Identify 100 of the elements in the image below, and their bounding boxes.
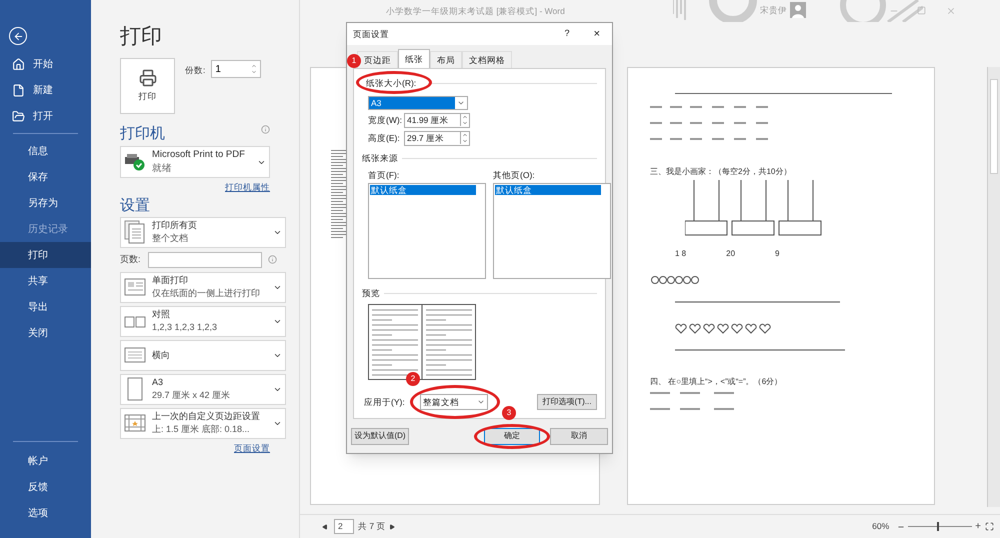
number-label: 9 (775, 248, 780, 260)
printer-name: Microsoft Print to PDF (152, 148, 246, 162)
dialog-title: 页面设置 (353, 28, 390, 40)
nav-item[interactable]: 共享 (0, 268, 91, 294)
tray-list[interactable]: 默认纸盒 (368, 183, 486, 280)
printer-icon (138, 69, 156, 88)
printer-status: 就绪 (152, 162, 173, 176)
list-item[interactable]: 默认纸盒 (495, 185, 601, 196)
back-arrow-icon (12, 30, 24, 42)
step-number-badge: 2 (406, 372, 420, 386)
step-number-badge: 1 (347, 54, 361, 68)
folder-icon (12, 110, 25, 122)
printer-dropdown[interactable]: Microsoft Print to PDF 就绪 (120, 146, 270, 178)
section-label: 预览 (362, 287, 380, 300)
printer-properties-link[interactable]: 打印机属性 (225, 181, 270, 194)
section-heading: 三、我是小画家：（每空2分，共10分） (650, 166, 792, 178)
dropdown-caret-icon[interactable] (477, 398, 485, 406)
file-icon (12, 84, 25, 96)
printer-ready-icon (124, 153, 146, 171)
copies-spinbox[interactable]: 1 (211, 60, 262, 78)
paper-size-label: 纸张大小(R): (366, 78, 416, 88)
back-button[interactable] (9, 27, 27, 45)
close-icon[interactable] (946, 6, 956, 16)
setting-subtitle: 29.7 厘米 x 42 厘米 (152, 389, 232, 402)
setting-dropdown[interactable]: A3 29.7 厘米 x 42 厘米 (120, 374, 286, 405)
setting-title: 打印所有页 (152, 219, 198, 232)
spin-up-icon[interactable] (462, 114, 468, 120)
nav-item[interactable]: 选项 (0, 500, 91, 526)
nav-item[interactable]: 保存 (0, 164, 91, 190)
paper-size-select[interactable]: A3 (368, 96, 468, 110)
setting-title: 对照 (152, 308, 171, 322)
user-name: 宋贵伊 (760, 4, 787, 17)
section-heading: 打印机 (120, 124, 165, 144)
page-number-field[interactable]: 2 (334, 519, 354, 534)
setting-title: A3 (152, 376, 164, 390)
nav-item[interactable]: 开始 (0, 51, 91, 77)
ok-button[interactable]: 确定 (484, 428, 540, 444)
maximize-icon[interactable] (917, 6, 926, 15)
print-options-button[interactable]: 打印选项(T)... (537, 394, 597, 410)
nav-item[interactable]: 关闭 (0, 320, 91, 346)
zoom-slider-thumb[interactable] (936, 522, 939, 531)
zoom-slider[interactable] (908, 522, 972, 531)
setting-dropdown[interactable]: 上一次的自定义页边距设置 上: 1.5 厘米 底部: 0.18... (120, 408, 286, 439)
nav-item[interactable]: 信息 (0, 138, 91, 164)
dimension-spinbox[interactable]: 41.99 厘米 (404, 112, 470, 128)
list-label: 其他页(O): (493, 168, 536, 182)
zoom-in-button[interactable]: + (975, 522, 981, 532)
setting-subtitle: 整个文档 (152, 232, 189, 246)
close-button[interactable]: × (594, 26, 600, 42)
info-icon (268, 255, 277, 264)
setting-subtitle: 1,2,3 1,2,3 1,2,3 (152, 321, 218, 334)
page-setup-link[interactable]: 页面设置 (234, 442, 270, 454)
spin-down-icon[interactable] (251, 69, 258, 75)
nav-item[interactable]: 反馈 (0, 474, 91, 500)
spin-up-icon[interactable] (462, 132, 468, 138)
nav-item[interactable]: 新建 (0, 77, 91, 103)
section-heading: 四、 在○里填上“>，<”或“=”。（6分） (650, 376, 784, 388)
set-default-button[interactable]: 设为默认值(D) (351, 428, 409, 444)
setting-dropdown[interactable]: 打印所有页 整个文档 (120, 216, 286, 248)
dimension-label: 高度(E): (368, 132, 401, 145)
nav-item[interactable]: 打开 (0, 103, 91, 129)
previous-page-icon[interactable] (322, 524, 328, 530)
nav-item[interactable]: 帐户 (0, 448, 91, 474)
nav-item[interactable]: 导出 (0, 294, 91, 320)
home-icon (12, 58, 25, 70)
help-button[interactable]: ? (564, 27, 570, 41)
setting-title: 上一次的自定义页边距设置 (152, 410, 261, 424)
setting-dropdown[interactable]: 对照 1,2,3 1,2,3 1,2,3 (120, 306, 286, 337)
page-heading: 打印 (120, 24, 163, 50)
setting-dropdown[interactable]: 横向 (120, 340, 286, 371)
dialog-tab[interactable]: 纸张 (398, 49, 430, 68)
nav-item[interactable]: 打印 (0, 242, 91, 268)
pages-field[interactable] (148, 252, 262, 268)
pages-icon (124, 220, 146, 244)
setting-title: 单面打印 (152, 274, 189, 288)
spin-down-icon[interactable] (462, 138, 468, 144)
pages-label: 页数: (120, 253, 142, 266)
list-item[interactable]: 默认纸盒 (370, 185, 476, 196)
setting-title: 横向 (152, 348, 171, 362)
spin-up-icon[interactable] (251, 63, 258, 69)
setting-subtitle: 仅在纸面的一侧上进行打印 (152, 287, 261, 300)
apply-to-label: 应用于(Y): (364, 396, 406, 408)
nav-item[interactable]: 另存为 (0, 190, 91, 216)
scrollbar[interactable] (987, 67, 1000, 507)
print-button[interactable]: 打印 (120, 58, 175, 114)
spin-down-icon[interactable] (462, 120, 468, 126)
tray-list[interactable]: 默认纸盒 (493, 183, 611, 280)
cancel-button[interactable]: 取消 (550, 428, 608, 444)
fit-page-icon[interactable] (985, 522, 994, 531)
apply-to-select[interactable]: 整篇文档 (420, 394, 488, 410)
dimension-spinbox[interactable]: 29.7 厘米 (404, 130, 470, 146)
dimension-label: 宽度(W): (368, 114, 404, 127)
setting-dropdown[interactable]: 单面打印 仅在纸面的一侧上进行打印 (120, 272, 286, 303)
section-label: 纸张来源 (362, 152, 398, 164)
setting-subtitle: 上: 1.5 厘米 底部: 0.18... (152, 423, 251, 436)
zoom-percent: 60% (872, 520, 890, 533)
next-page-icon[interactable] (389, 524, 396, 530)
page-count: 共 7 页 (358, 520, 386, 533)
number-label: 20 (726, 248, 736, 260)
section-heading: 设置 (120, 196, 151, 216)
